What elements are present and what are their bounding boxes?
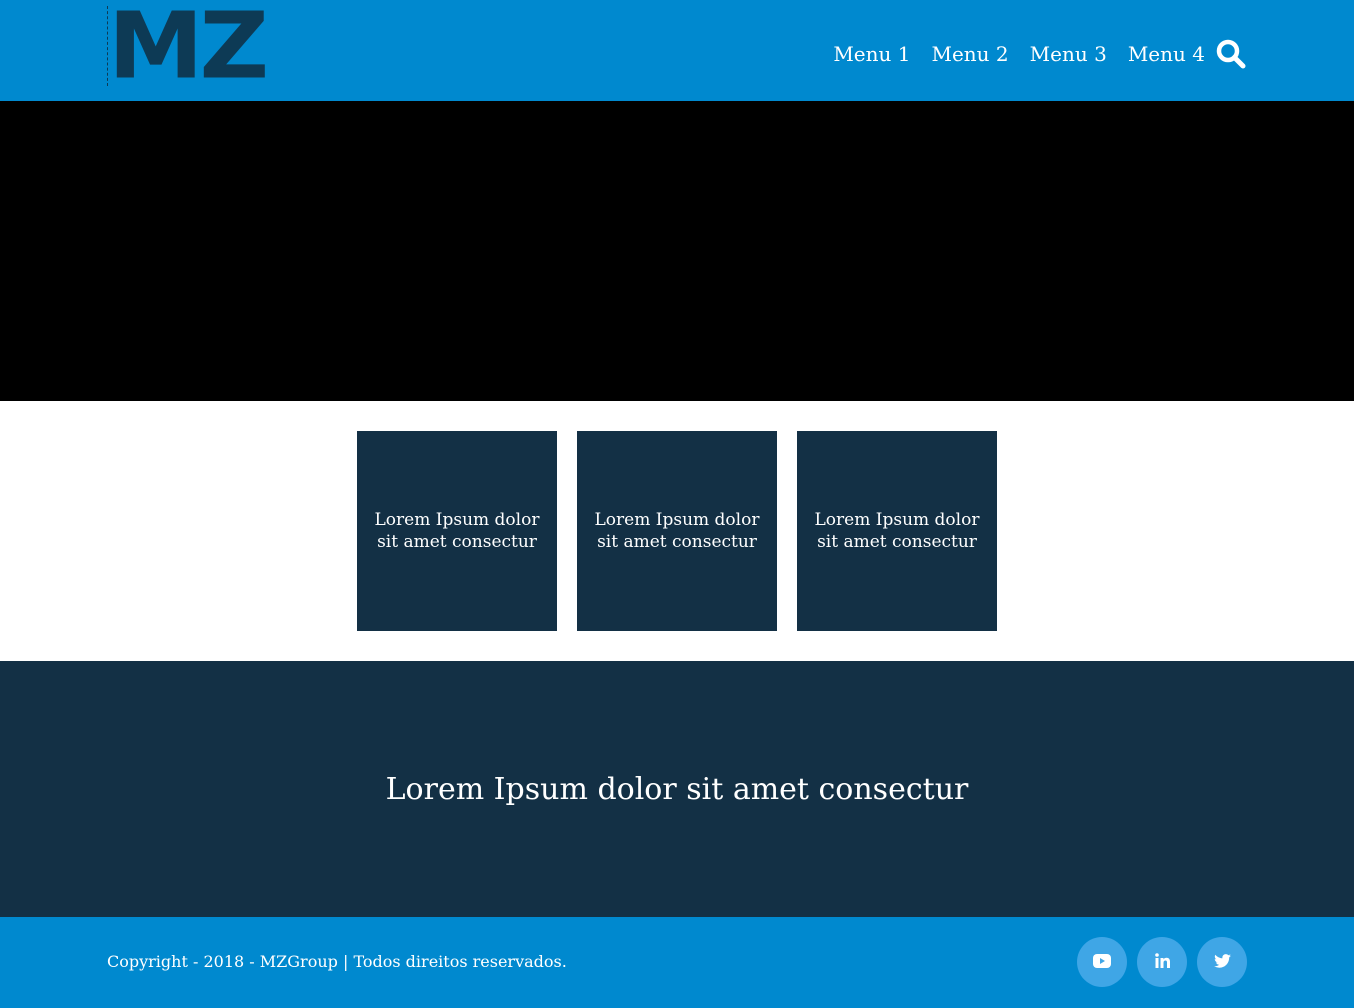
site-footer: Copyright - 2018 - MZGroup | Todos direi…	[0, 917, 1354, 1008]
youtube-icon	[1093, 953, 1111, 972]
feature-card-text: Lorem Ipsum dolor sit amet consectur	[814, 510, 980, 552]
hero-banner	[0, 101, 1354, 401]
twitter-button[interactable]	[1197, 937, 1247, 987]
feature-card[interactable]: Lorem Ipsum dolor sit amet consectur	[797, 431, 997, 631]
linkedin-button[interactable]	[1137, 937, 1187, 987]
nav-menu-1[interactable]: Menu 1	[833, 42, 910, 66]
feature-card-text: Lorem Ipsum dolor sit amet consectur	[374, 510, 540, 552]
nav-menu-2[interactable]: Menu 2	[931, 42, 1008, 66]
tagline-band: Lorem Ipsum dolor sit amet consectur	[0, 661, 1354, 917]
logo[interactable]: MZ	[107, 0, 269, 100]
twitter-icon	[1213, 953, 1231, 972]
site-header: MZ Menu 1 Menu 2 Menu 3 Menu 4	[0, 0, 1354, 101]
main-nav: Menu 1 Menu 2 Menu 3 Menu 4	[833, 34, 1247, 74]
feature-cards: Lorem Ipsum dolor sit amet consectur Lor…	[357, 431, 997, 631]
feature-card[interactable]: Lorem Ipsum dolor sit amet consectur	[357, 431, 557, 631]
linkedin-icon	[1154, 952, 1170, 972]
social-links	[1077, 937, 1247, 987]
search-icon[interactable]	[1215, 38, 1247, 70]
feature-card-text: Lorem Ipsum dolor sit amet consectur	[594, 510, 760, 552]
nav-menu-3[interactable]: Menu 3	[1030, 42, 1107, 66]
copyright-text: Copyright - 2018 - MZGroup | Todos direi…	[107, 952, 567, 971]
nav-menu-4[interactable]: Menu 4	[1128, 42, 1205, 66]
feature-card[interactable]: Lorem Ipsum dolor sit amet consectur	[577, 431, 777, 631]
tagline-text: Lorem Ipsum dolor sit amet consectur	[385, 771, 969, 807]
youtube-button[interactable]	[1077, 937, 1127, 987]
logo-text: MZ	[108, 0, 269, 100]
